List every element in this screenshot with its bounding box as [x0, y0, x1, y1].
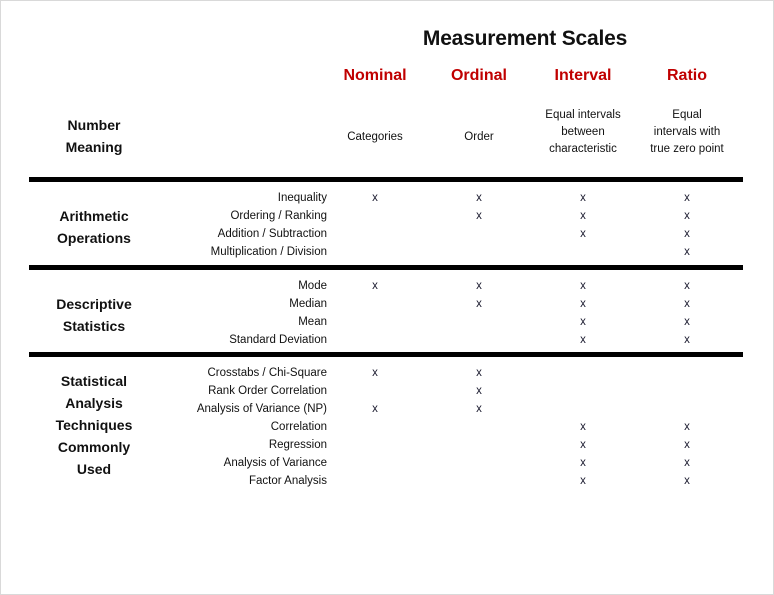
column-desc-interval-line-1: Equal intervals: [545, 109, 621, 121]
cell-mark-interval: x: [580, 334, 586, 346]
measurement-scales-infographic: Measurement Scales Nominal Ordinal Inter…: [0, 0, 774, 595]
cell-mark-interval: x: [580, 298, 586, 310]
row-group-label-number-meaning-line-1: Number: [67, 117, 121, 133]
page-title: Measurement Scales: [1, 27, 773, 51]
row-label: Analysis of Variance (NP): [196, 403, 327, 415]
cell-mark-interval: x: [580, 421, 586, 433]
cell-mark-nominal: x: [372, 280, 378, 292]
row-label: Regression: [268, 439, 327, 451]
cell-mark-ratio: x: [684, 210, 690, 222]
row-label: Mode: [298, 280, 327, 292]
cell-mark-ordinal: x: [476, 367, 482, 379]
column-header-interval: Interval: [554, 67, 612, 84]
row-group-label-number-meaning-line-2: Meaning: [65, 139, 123, 155]
column-desc-ordinal-line-1: Order: [464, 131, 494, 143]
row-label: Crosstabs / Chi-Square: [207, 367, 327, 379]
cell-mark-interval: x: [580, 457, 586, 469]
column-desc-interval: Equal intervals between characteristic: [531, 107, 635, 158]
cell-mark-ratio: x: [684, 475, 690, 487]
row-label: Rank Order Correlation: [208, 385, 327, 397]
row-label: Addition / Subtraction: [217, 228, 327, 240]
row-label: Ordering / Ranking: [230, 210, 327, 222]
page-title-text: Measurement Scales: [422, 27, 628, 50]
column-desc-ratio-line-3: true zero point: [650, 143, 724, 155]
column-header-ratio: Ratio: [667, 67, 707, 84]
row-label: Mean: [298, 316, 327, 328]
cell-mark-ordinal: x: [476, 298, 482, 310]
cell-mark-ratio: x: [684, 280, 690, 292]
cell-mark-ordinal: x: [476, 280, 482, 292]
column-desc-ratio-line-1: Equal: [672, 109, 702, 121]
cell-mark-ratio: x: [684, 228, 690, 240]
column-desc-interval-line-2: between: [561, 126, 605, 138]
cell-mark-ordinal: x: [476, 385, 482, 397]
cell-mark-interval: x: [580, 228, 586, 240]
cell-mark-nominal: x: [372, 367, 378, 379]
row-label: Median: [289, 298, 327, 310]
cell-mark-ratio: x: [684, 421, 690, 433]
cell-mark-ratio: x: [684, 192, 690, 204]
cell-mark-ratio: x: [684, 246, 690, 258]
column-header-nominal: Nominal: [343, 67, 407, 84]
cell-mark-ratio: x: [684, 439, 690, 451]
cell-mark-interval: x: [580, 316, 586, 328]
row-label: Standard Deviation: [229, 334, 327, 346]
column-desc-ratio-line-2: intervals with: [653, 126, 721, 138]
cell-mark-interval: x: [580, 192, 586, 204]
section-divider-2: [29, 265, 743, 270]
cell-mark-interval: x: [580, 210, 586, 222]
cell-mark-interval: x: [580, 439, 586, 451]
cell-mark-ratio: x: [684, 334, 690, 346]
cell-mark-interval: x: [580, 280, 586, 292]
row-label: Factor Analysis: [249, 475, 327, 487]
row-label: Analysis of Variance: [223, 457, 327, 469]
cell-mark-interval: x: [580, 475, 586, 487]
cell-mark-nominal: x: [372, 192, 378, 204]
column-desc-interval-line-3: characteristic: [549, 143, 617, 155]
column-desc-nominal-line-1: Categories: [347, 131, 403, 143]
row-label: Inequality: [277, 192, 327, 204]
cell-mark-ordinal: x: [476, 192, 482, 204]
column-desc-ordinal: Order: [427, 129, 531, 146]
cell-mark-ratio: x: [684, 298, 690, 310]
row-label: Correlation: [270, 421, 327, 433]
column-header-ordinal: Ordinal: [450, 67, 507, 84]
cell-mark-ordinal: x: [476, 210, 482, 222]
cell-mark-ratio: x: [684, 457, 690, 469]
column-desc-ratio: Equal intervals with true zero point: [635, 107, 739, 158]
row-label: Multiplication / Division: [210, 246, 327, 258]
column-desc-nominal: Categories: [323, 129, 427, 146]
footer: BB BUSINESS BROADWAY Copyright 2015 Busi…: [1, 524, 773, 594]
cell-mark-ratio: x: [684, 316, 690, 328]
section-divider-3: [29, 352, 743, 357]
section-divider-1: [29, 177, 743, 182]
row-group-label-number-meaning: Number Meaning: [25, 114, 163, 158]
cell-mark-ordinal: x: [476, 403, 482, 415]
cell-mark-nominal: x: [372, 403, 378, 415]
